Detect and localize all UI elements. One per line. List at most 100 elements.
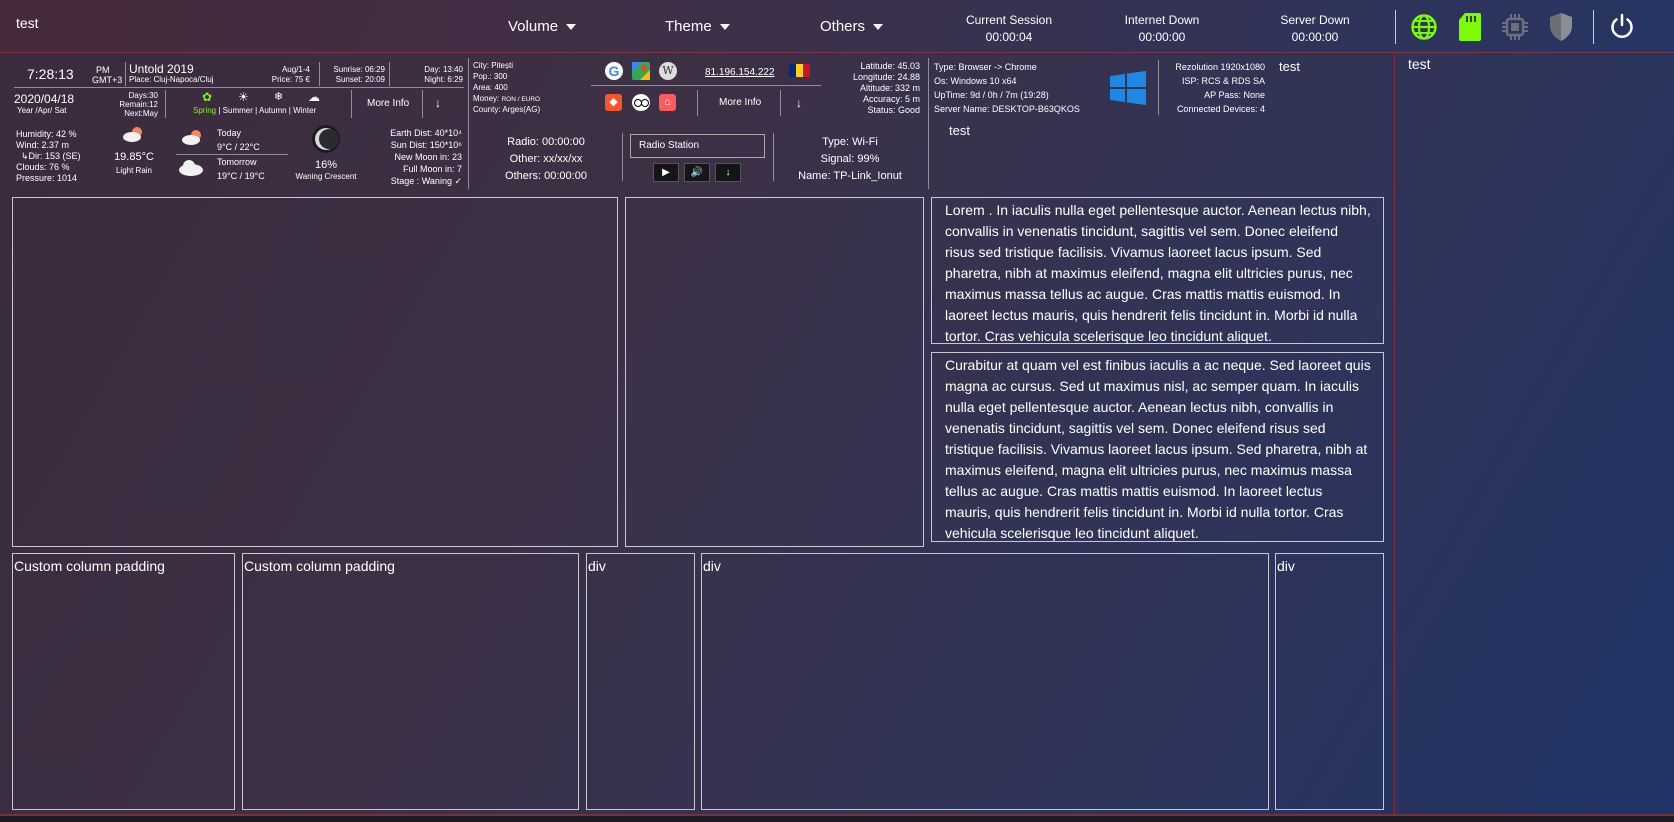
summer-icon: ☀ (238, 90, 249, 104)
airbnb-icon[interactable]: ⌂ (659, 94, 676, 111)
browser-type: Type: Browser -> Chrome (934, 62, 1037, 72)
clouds: Clouds: 76 % (16, 162, 70, 172)
server-down-value: 00:00:00 (1291, 30, 1339, 44)
system-test-label-2: test (949, 123, 970, 138)
ip-address-link[interactable]: 81.196.154.222 (705, 67, 775, 79)
city: City: Pitești (473, 61, 514, 70)
divider (622, 133, 623, 181)
app-title: test (16, 15, 39, 31)
divider (1395, 10, 1396, 44)
globe-icon[interactable] (1410, 13, 1438, 41)
main-panel-left (12, 197, 618, 547)
radio-station-input[interactable]: Radio Station (630, 134, 765, 158)
connected-devices: Connected Devices: 4 (1176, 104, 1265, 114)
radio-time: Radio: 00:00:00 (507, 136, 585, 148)
download-button[interactable]: ↓ (715, 163, 741, 182)
divider (468, 58, 469, 189)
theme-menu-label: Theme (665, 18, 712, 35)
arrow-down-icon[interactable]: ↓ (796, 96, 802, 110)
div-panel-1: div (586, 553, 695, 810)
speaker-icon: 🔊 (690, 167, 704, 178)
spring-icon: ✿ (202, 90, 213, 104)
chevron-down-icon (873, 24, 884, 31)
network-signal: Signal: 99% (820, 153, 880, 165)
new-moon: New Moon in: 23 (394, 152, 462, 162)
pressure: Pressure: 1014 (16, 173, 78, 183)
event-dates: Aug/1-4 (281, 65, 310, 74)
moon-icon (312, 125, 340, 153)
server-name: Server Name: DESKTOP-B63QKOS (934, 104, 1080, 114)
longitude: Longitude: 24.88 (852, 72, 920, 82)
area: Area: 400 (473, 83, 508, 92)
wikipedia-icon[interactable]: W (659, 62, 677, 80)
power-icon[interactable] (1608, 12, 1636, 40)
divider (591, 85, 821, 86)
isp: ISP: RCS & RDS SA (1181, 76, 1265, 86)
volume-button[interactable]: 🔊 (684, 163, 710, 182)
tripadvisor-icon[interactable] (632, 94, 650, 111)
latitude: Latitude: 45.03 (860, 61, 920, 71)
gps-status: Status: Good (867, 105, 920, 115)
volume-menu[interactable]: Volume (508, 18, 577, 35)
altitude: Altitude: 332 m (859, 83, 920, 93)
cloud-icon (179, 160, 203, 176)
weather-desc: Light Rain (115, 166, 153, 175)
ap-pass: AP Pass: None (1204, 90, 1265, 100)
play-icon: ▶ (662, 167, 670, 178)
event-name: Untold 2019 (129, 62, 194, 76)
season-spring: Spring (193, 106, 217, 115)
sidebar-divider (1394, 52, 1395, 814)
arrow-down-icon[interactable]: ↓ (435, 96, 441, 110)
play-button[interactable]: ▶ (653, 163, 679, 182)
more-info-location[interactable]: More Info (719, 97, 761, 109)
shield-icon[interactable] (1548, 12, 1574, 42)
network-type: Type: Wi-Fi (822, 136, 878, 148)
sidebar-title: test (1408, 56, 1431, 72)
internet-down-value: 00:00:00 (1138, 30, 1186, 44)
others-menu[interactable]: Others (820, 18, 884, 35)
sun-distance: Sun Dist: 150*10⁶ (390, 140, 462, 150)
column-panel-1: Custom column padding (12, 553, 235, 810)
theme-menu[interactable]: Theme (665, 18, 730, 35)
event-place: Place: Cluj-Napoca/Cluj (129, 75, 214, 84)
gmt-offset: GMT+3 (92, 75, 123, 85)
session-label: Current Session (965, 13, 1053, 27)
divider (1593, 10, 1594, 44)
divider (928, 58, 929, 189)
volume-menu-label: Volume (508, 18, 559, 35)
humidity: Humidity: 42 % (16, 129, 77, 139)
current-temp: 19.85°C (114, 151, 154, 163)
tomorrow-temp: 19°C / 19°C (217, 171, 265, 181)
sunset: Sunset: 20:09 (335, 75, 385, 84)
cpu-icon[interactable] (1501, 13, 1529, 41)
server-down-label: Server Down (1280, 13, 1350, 27)
maps-icon[interactable] (632, 62, 650, 80)
chevron-down-icon (719, 24, 730, 31)
cloud-icon: ☁ (308, 90, 320, 104)
season-summer: Summer (222, 106, 253, 115)
google-icon[interactable]: G (605, 62, 623, 80)
night-length: Night: 6:29 (424, 75, 463, 84)
day-length: Day: 13:40 (424, 65, 463, 74)
divider (697, 90, 698, 116)
divider (351, 90, 352, 118)
text-panel-top: Lorem . In iaculis nulla eget pellentesq… (931, 197, 1384, 344)
divider (422, 90, 423, 118)
internet-down-label: Internet Down (1124, 13, 1200, 27)
top-bar: test Volume Theme Others Current Session… (0, 0, 1674, 53)
brave-icon[interactable]: ◆ (605, 94, 622, 111)
more-info-time[interactable]: More Info (367, 98, 409, 110)
sunrise: Sunrise: 06:29 (333, 65, 385, 74)
divider (14, 87, 464, 88)
wind-direction: ↳Dir: 153 (SE) (21, 151, 81, 161)
uptime: UpTime: 9d / 0h / 7m (19:28) (934, 90, 1049, 100)
season-list: Spring | Summer | Autumn | Winter (193, 106, 317, 115)
full-moon: Full Moon in: 7 (402, 164, 462, 174)
sd-card-icon[interactable] (1458, 12, 1482, 42)
moon-illumination: 16% (314, 159, 338, 171)
money-value: RON / EURO (501, 96, 541, 103)
session-value: 00:00:04 (985, 30, 1033, 44)
resolution: Rezolution 1920x1080 (1175, 62, 1265, 72)
county: County: Arges(AG) (473, 105, 541, 114)
season-autumn: Autumn (258, 106, 287, 115)
